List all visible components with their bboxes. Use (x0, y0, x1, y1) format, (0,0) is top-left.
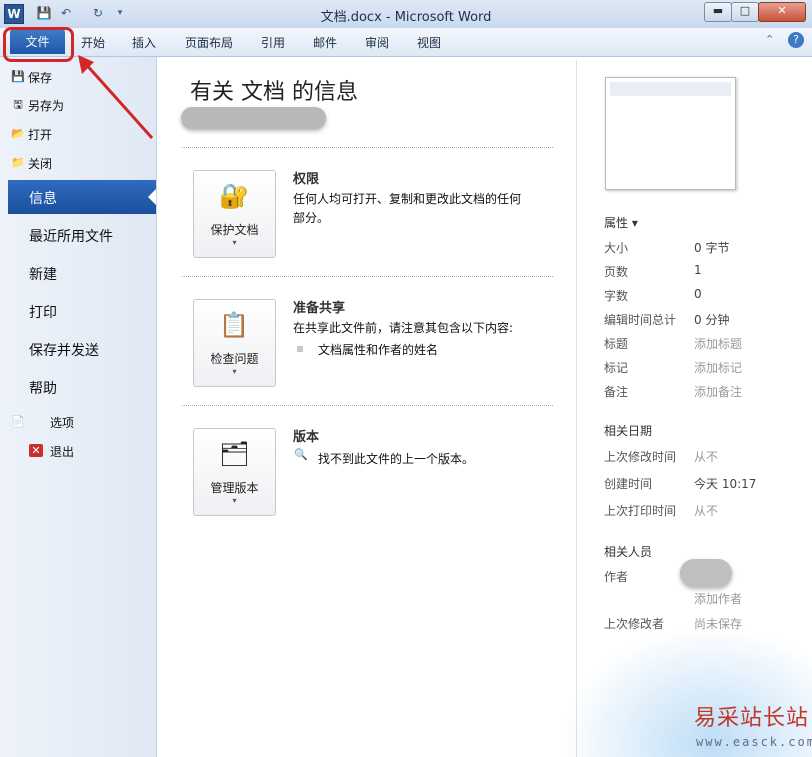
tab-page-layout[interactable]: 页面布局 (185, 34, 233, 51)
prepare-sharing-title: 准备共享 (293, 301, 346, 316)
prop-key-comments: 备注 (604, 385, 629, 399)
check-for-issues-label: 检查问题 (210, 352, 259, 366)
divider (182, 147, 553, 148)
ribbon-minimize-icon[interactable]: ⌃ (765, 33, 774, 46)
watermark-url: www.easck.com (696, 735, 812, 749)
date-key-created: 创建时间 (604, 477, 653, 491)
divider (182, 276, 553, 277)
related-people-header: 相关人员 (604, 545, 653, 559)
save-as-icon: 🖫 (13, 98, 23, 111)
chevron-down-icon: ▾ (232, 367, 237, 376)
divider (182, 405, 553, 406)
file-tab-highlight (3, 27, 74, 62)
lock-key-icon: 🔐 (219, 182, 249, 210)
versions-icon: 🗂 (219, 440, 250, 468)
sidebar-item-save[interactable]: 保存 (28, 69, 52, 86)
options-icon: 📄 (11, 415, 25, 428)
protect-document-button[interactable]: 🔐 保护文档 ▾ (193, 170, 276, 258)
prop-value-pages: 1 (694, 263, 702, 277)
prop-key-tags: 标记 (604, 361, 629, 375)
tab-insert[interactable]: 插入 (132, 34, 156, 51)
add-author-field[interactable]: 添加作者 (694, 590, 742, 607)
save-icon: 💾 (11, 70, 25, 83)
sidebar-item-help[interactable]: 帮助 (29, 378, 57, 398)
chevron-down-icon: ▾ (232, 496, 237, 505)
redacted-path (181, 107, 326, 129)
sidebar-item-info[interactable]: 信息 (29, 188, 57, 208)
prop-key-title: 标题 (604, 337, 629, 351)
sidebar-item-open[interactable]: 打开 (28, 126, 52, 143)
author-label: 作者 (604, 570, 629, 584)
selection-arrow (148, 189, 156, 205)
related-dates-header: 相关日期 (604, 424, 653, 438)
tab-references[interactable]: 引用 (261, 34, 285, 51)
sidebar-item-exit[interactable]: 退出 (50, 443, 74, 460)
document-preview-thumbnail[interactable] (605, 77, 736, 190)
sidebar-item-close[interactable]: 关闭 (28, 155, 52, 172)
prop-value-edit-time: 0 分钟 (694, 313, 730, 327)
sidebar-item-print[interactable]: 打印 (29, 302, 57, 322)
help-icon[interactable]: ? (788, 32, 804, 48)
date-value-modified: 从不 (694, 450, 719, 464)
page-title: 有关 文档 的信息 (190, 80, 358, 105)
close-button[interactable]: ✕ (758, 2, 806, 22)
tab-review[interactable]: 审阅 (365, 34, 389, 51)
date-key-modified: 上次修改时间 (604, 450, 677, 464)
versions-text: 找不到此文件的上一个版本。 (318, 452, 475, 466)
tab-home[interactable]: 开始 (81, 34, 105, 51)
date-value-printed: 从不 (694, 504, 719, 518)
prepare-sharing-text: 在共享此文件前，请注意其包含以下内容: (293, 321, 514, 335)
prepare-sharing-bullet: 文档属性和作者的姓名 (318, 343, 439, 357)
checklist-icon: 📋 (219, 311, 249, 339)
close-folder-icon: 📁 (11, 156, 25, 169)
protect-document-label: 保护文档 (210, 223, 259, 237)
date-key-printed: 上次打印时间 (604, 504, 677, 518)
prop-key-edit-time: 编辑时间总计 (604, 313, 677, 327)
sidebar-item-new[interactable]: 新建 (29, 264, 57, 284)
prop-value-words: 0 (694, 287, 702, 301)
permissions-title: 权限 (293, 172, 320, 187)
tab-view[interactable]: 视图 (417, 34, 441, 51)
add-tags-field[interactable]: 添加标记 (694, 359, 742, 376)
open-folder-icon: 📂 (11, 127, 25, 140)
window-title: 文档.docx - Microsoft Word (320, 10, 492, 25)
watermark-site-name: 易采站长站 (694, 706, 810, 731)
add-comments-field[interactable]: 添加备注 (694, 383, 742, 400)
maximize-button[interactable]: □ (731, 2, 759, 22)
minimize-button[interactable]: ▬ (704, 2, 732, 22)
check-for-issues-button[interactable]: 📋 检查问题 ▾ (193, 299, 276, 387)
tab-mailings[interactable]: 邮件 (313, 34, 337, 51)
prop-key-words: 字数 (604, 289, 629, 303)
document-search-icon: 🔍 (294, 448, 308, 461)
versions-title: 版本 (293, 430, 320, 445)
sidebar-item-save-as[interactable]: 另存为 (28, 97, 64, 114)
date-value-created: 今天 10:17 (694, 477, 757, 491)
prop-key-pages: 页数 (604, 265, 629, 279)
bullet-icon (297, 346, 303, 352)
sidebar-item-options[interactable]: 选项 (50, 414, 74, 431)
permissions-text-2: 部分。 (293, 211, 330, 225)
properties-dropdown[interactable]: 属性 ▾ (604, 214, 638, 231)
author-avatar-redacted (680, 559, 732, 587)
manage-versions-label: 管理版本 (210, 481, 259, 495)
title-bar: W 💾 ↶ ↻ ▾ 文档.docx - Microsoft Word ▬ □ ✕ (0, 0, 812, 29)
sidebar-item-recent[interactable]: 最近所用文件 (29, 226, 113, 246)
permissions-text-1: 任何人均可打开、复制和更改此文档的任何 (293, 192, 522, 206)
annotation-arrow (78, 55, 154, 140)
add-title-field[interactable]: 添加标题 (694, 335, 742, 352)
chevron-down-icon: ▾ (232, 238, 237, 247)
exit-icon: ✕ (29, 444, 43, 457)
prop-key-size: 大小 (604, 241, 629, 255)
manage-versions-button[interactable]: 🗂 管理版本 ▾ (193, 428, 276, 516)
sidebar-item-save-send[interactable]: 保存并发送 (29, 340, 99, 360)
prop-value-size: 0 字节 (694, 241, 730, 255)
